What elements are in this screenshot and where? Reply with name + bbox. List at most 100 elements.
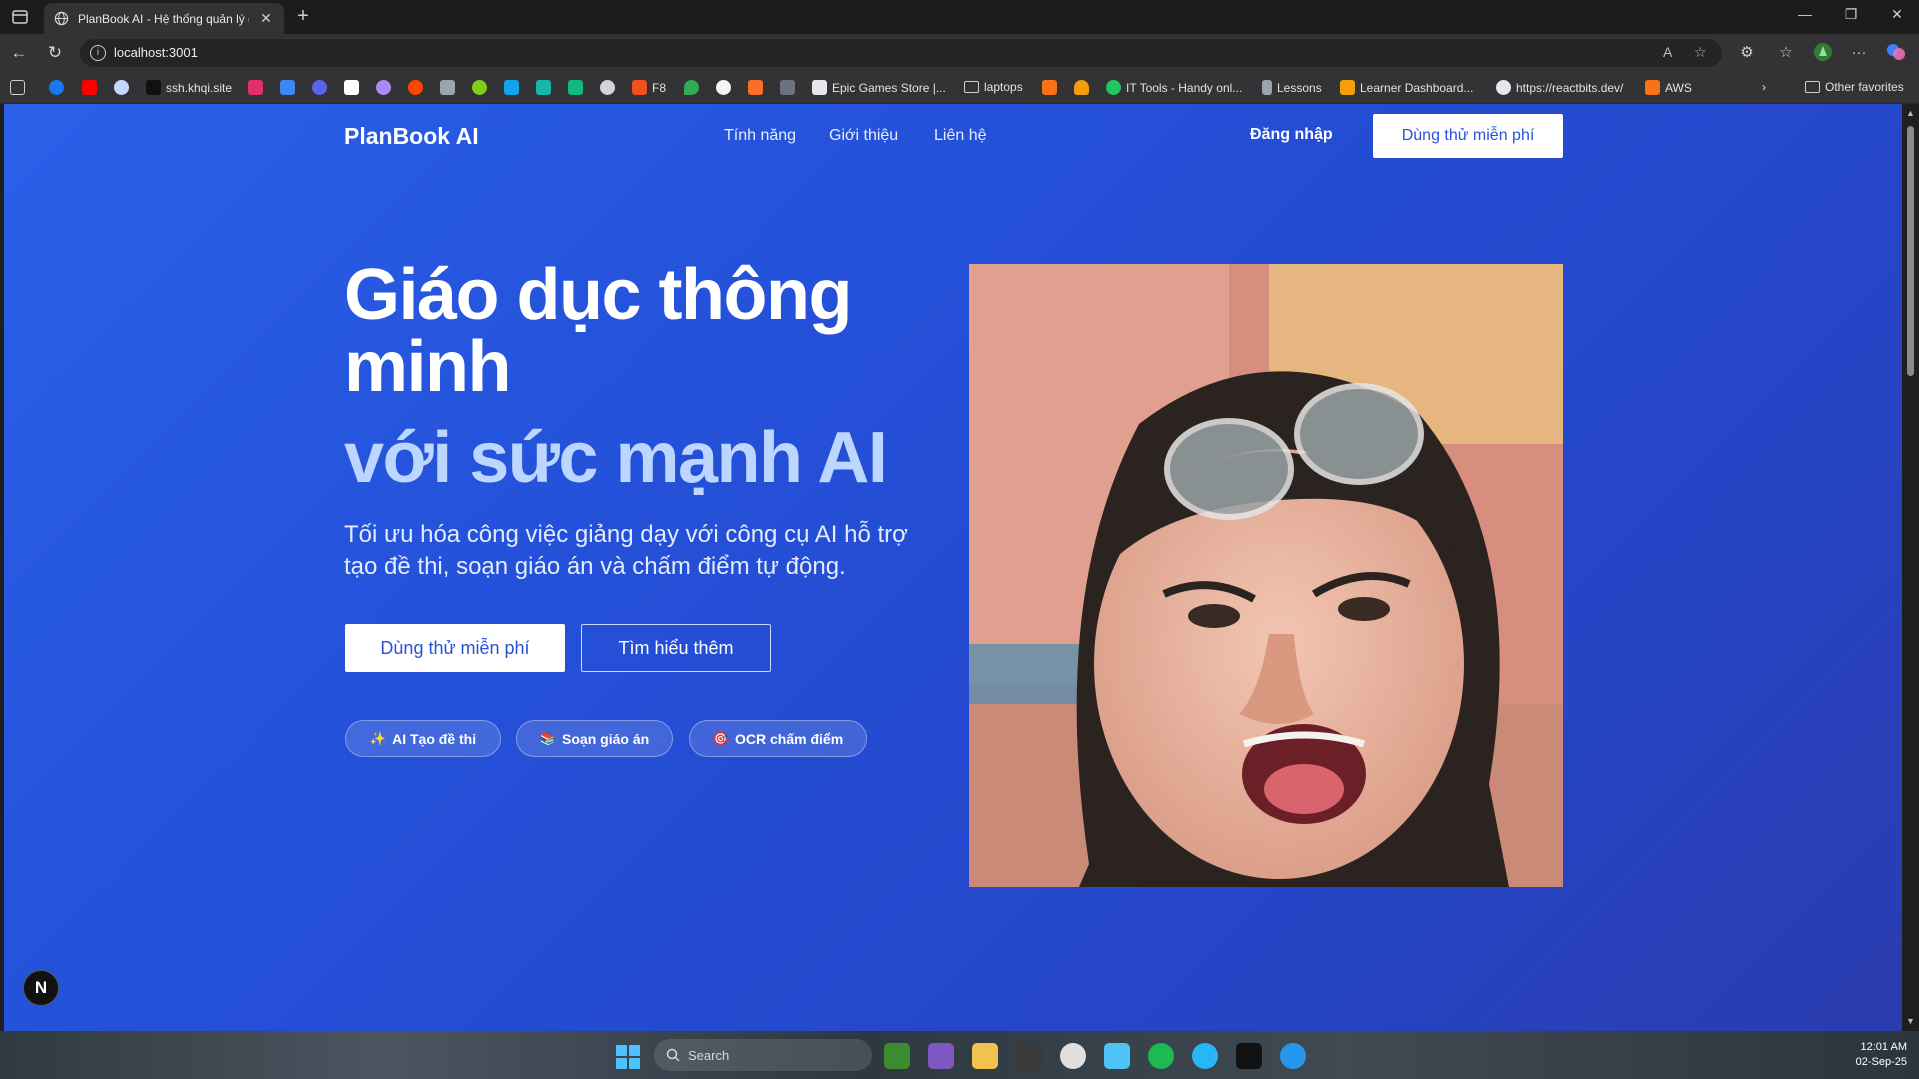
new-tab-button[interactable]: + [292, 5, 314, 28]
nav-link-contact[interactable]: Liên hệ [934, 127, 987, 145]
feature-pill-ocr[interactable]: 🎯 OCR chấm điểm [689, 720, 867, 757]
feature-pill-lesson-plan[interactable]: 📚 Soạn giáo án [516, 720, 673, 757]
fav-label: Other favorites [1825, 80, 1904, 94]
nav-link-about[interactable]: Giới thiệu [829, 127, 898, 145]
fav-instagram[interactable] [248, 80, 263, 95]
translate-icon [280, 80, 295, 95]
fav-lessons[interactable]: Lessons [1262, 80, 1322, 95]
fav-laptops-folder[interactable]: laptops [964, 80, 1023, 94]
system-clock[interactable]: 12:01 AM 02-Sep-25 [1835, 1040, 1907, 1070]
app-icon [472, 80, 487, 95]
fav-app-3[interactable] [472, 80, 487, 95]
hero-trial-button[interactable]: Dùng thử miễn phí [345, 624, 565, 672]
fav-f8[interactable]: F8 [632, 80, 666, 95]
more-options-icon[interactable]: ··· [1848, 42, 1870, 64]
scroll-up-arrow-icon[interactable]: ▲ [1906, 108, 1915, 118]
facebook-icon [49, 80, 64, 95]
profile-icon[interactable] [1812, 42, 1834, 64]
favorite-star-icon[interactable]: ☆ [1694, 44, 1707, 61]
fav-epic-games[interactable]: Epic Games Store |... [812, 80, 946, 95]
minimize-icon[interactable]: — [1795, 6, 1815, 22]
fav-notion[interactable] [344, 80, 359, 95]
fav-ssh-khqi[interactable]: ssh.khqi.site [146, 80, 232, 95]
header-trial-button[interactable]: Dùng thử miễn phí [1373, 114, 1563, 158]
copilot-icon[interactable] [1885, 42, 1907, 64]
fav-app-5[interactable] [536, 80, 551, 95]
windows-start-icon[interactable] [616, 1045, 640, 1069]
learn-more-button[interactable]: Tìm hiểu thêm [581, 624, 771, 672]
back-icon[interactable]: ← [8, 42, 30, 64]
fav-discord[interactable] [312, 80, 327, 95]
fav-app-6[interactable] [568, 80, 583, 95]
remote-desktop-icon[interactable] [1104, 1043, 1130, 1069]
feature-pill-exam[interactable]: ✨ AI Tạo đề thi [345, 720, 501, 757]
scrollbar-thumb[interactable] [1907, 126, 1914, 376]
app-icon [376, 80, 391, 95]
visual-studio-icon[interactable] [928, 1043, 954, 1069]
page-scrollbar[interactable]: ▲ ▼ [1902, 104, 1919, 1031]
hero-image [969, 264, 1563, 887]
fav-app-1[interactable] [376, 80, 391, 95]
fav-tabs-icon[interactable] [10, 80, 25, 95]
fav-reactbits[interactable]: https://reactbits.dev/ [1496, 80, 1623, 95]
fav-app-4[interactable] [504, 80, 519, 95]
fav-it-tools[interactable]: IT Tools - Handy onl... [1106, 80, 1242, 95]
nav-link-features[interactable]: Tính năng [724, 127, 796, 145]
os-taskbar: Search 12:01 AM 02-Sep-25 [0, 1031, 1919, 1079]
fav-label: AWS [1665, 80, 1692, 95]
minecraft-icon[interactable] [884, 1043, 910, 1069]
browser-tab-bar: PlanBook AI - Hệ thống quản lý g ✕ + — ❐… [0, 0, 1919, 34]
messenger-icon [114, 80, 129, 95]
web-page: PlanBook AI Tính năng Giới thiệu Liên hệ… [4, 104, 1902, 1031]
fav-chatgpt[interactable] [600, 80, 615, 95]
url-text[interactable]: localhost:3001 [114, 45, 198, 60]
f8-icon [632, 80, 647, 95]
fav-messenger[interactable] [114, 80, 129, 95]
fav-aws[interactable]: AWS [1645, 80, 1692, 95]
fav-github[interactable] [716, 80, 731, 95]
hero-title-highlight: với sức mạnh AI [344, 418, 888, 498]
fav-maps[interactable] [684, 80, 699, 95]
fav-facebook[interactable] [49, 80, 64, 95]
favorites-icon[interactable]: ☆ [1775, 42, 1797, 64]
feature-pill-label: AI Tạo đề thi [392, 730, 477, 747]
app-l-icon[interactable] [1016, 1043, 1042, 1069]
close-tab-icon[interactable]: ✕ [258, 10, 274, 27]
fav-app-7[interactable] [780, 80, 795, 95]
cursor-icon[interactable] [1236, 1043, 1262, 1069]
fav-learner-dashboard[interactable]: Learner Dashboard... [1340, 80, 1473, 95]
fav-cloud[interactable] [1074, 80, 1089, 95]
spotify-icon[interactable] [1148, 1043, 1174, 1069]
login-link[interactable]: Đăng nhập [1250, 126, 1333, 144]
file-explorer-icon[interactable] [972, 1043, 998, 1069]
read-aloud-icon[interactable]: A [1663, 44, 1672, 60]
site-logo[interactable]: PlanBook AI [344, 123, 479, 150]
obs-icon[interactable] [1060, 1043, 1086, 1069]
site-info-icon[interactable]: i [90, 45, 106, 61]
maps-pin-icon [684, 80, 699, 95]
fav-youtube[interactable] [82, 80, 97, 95]
tab-actions-icon[interactable] [10, 7, 30, 27]
taskbar-search[interactable]: Search [654, 1039, 872, 1071]
dev-tools-badge[interactable]: N [23, 970, 59, 1006]
fav-reddit[interactable] [408, 80, 423, 95]
fav-gitlab[interactable] [748, 80, 763, 95]
address-bar[interactable]: i localhost:3001 A ☆ [80, 39, 1722, 67]
clock-time: 12:01 AM [1860, 1041, 1907, 1053]
it-tools-icon [1106, 80, 1121, 95]
scroll-down-arrow-icon[interactable]: ▼ [1906, 1016, 1915, 1026]
globe-icon [54, 11, 69, 26]
fav-app-2[interactable] [440, 80, 455, 95]
extensions-icon[interactable]: ⚙ [1736, 42, 1758, 64]
fav-app-8[interactable] [1042, 80, 1057, 95]
favorites-bar: ssh.khqi.site F8 Epic Games Store |... l… [0, 72, 1919, 104]
reload-icon[interactable]: ↻ [44, 42, 66, 64]
fav-overflow-chevron[interactable]: › [1762, 80, 1766, 94]
browser-tab-active[interactable]: PlanBook AI - Hệ thống quản lý g ✕ [44, 3, 284, 34]
docker-icon[interactable] [1280, 1043, 1306, 1069]
fav-other-favorites[interactable]: Other favorites [1805, 80, 1904, 94]
close-window-icon[interactable]: ✕ [1887, 6, 1907, 23]
restore-icon[interactable]: ❐ [1841, 6, 1861, 23]
fav-translate[interactable] [280, 80, 295, 95]
edge-icon[interactable] [1192, 1043, 1218, 1069]
